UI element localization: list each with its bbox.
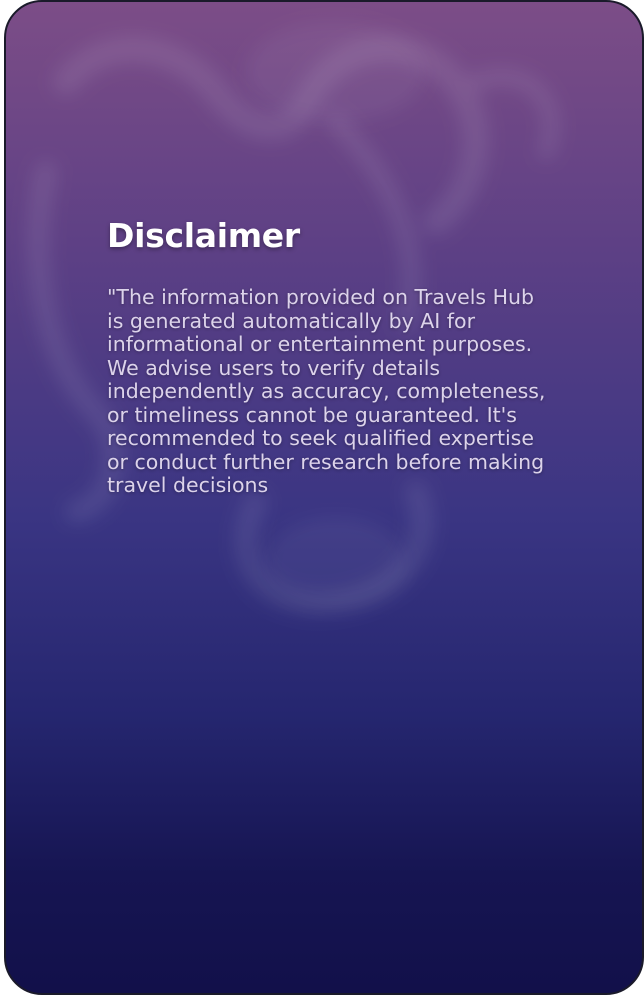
disclaimer-title: Disclaimer [107, 216, 300, 255]
decorative-background-art [27, 22, 560, 615]
disclaimer-text: "The information provided on Travels Hub… [107, 285, 546, 497]
disclaimer-card: Disclaimer "The information provided on … [4, 0, 644, 995]
